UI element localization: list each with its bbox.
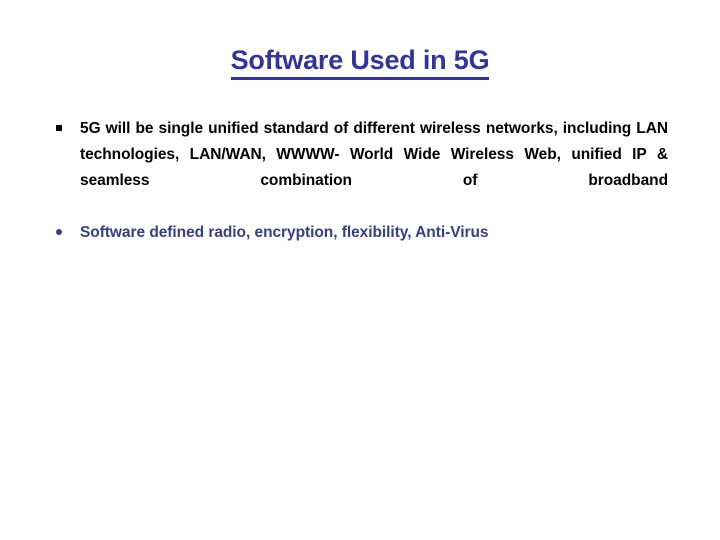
- list-item: 5G will be single unified standard of di…: [52, 116, 668, 220]
- list-item-text: 5G will be single unified standard of di…: [80, 120, 668, 189]
- list-item-text: Software defined radio, encryption, flex…: [80, 224, 489, 241]
- page-title: Software Used in 5G: [0, 44, 720, 80]
- list-item: Software defined radio, encryption, flex…: [52, 220, 668, 246]
- page-title-text: Software Used in 5G: [230, 44, 490, 80]
- slide-canvas: Software Used in 5G 5G will be single un…: [0, 0, 720, 540]
- round-bullet-icon: [56, 220, 62, 246]
- square-bullet-icon: [56, 116, 62, 142]
- bullet-list: 5G will be single unified standard of di…: [52, 116, 668, 246]
